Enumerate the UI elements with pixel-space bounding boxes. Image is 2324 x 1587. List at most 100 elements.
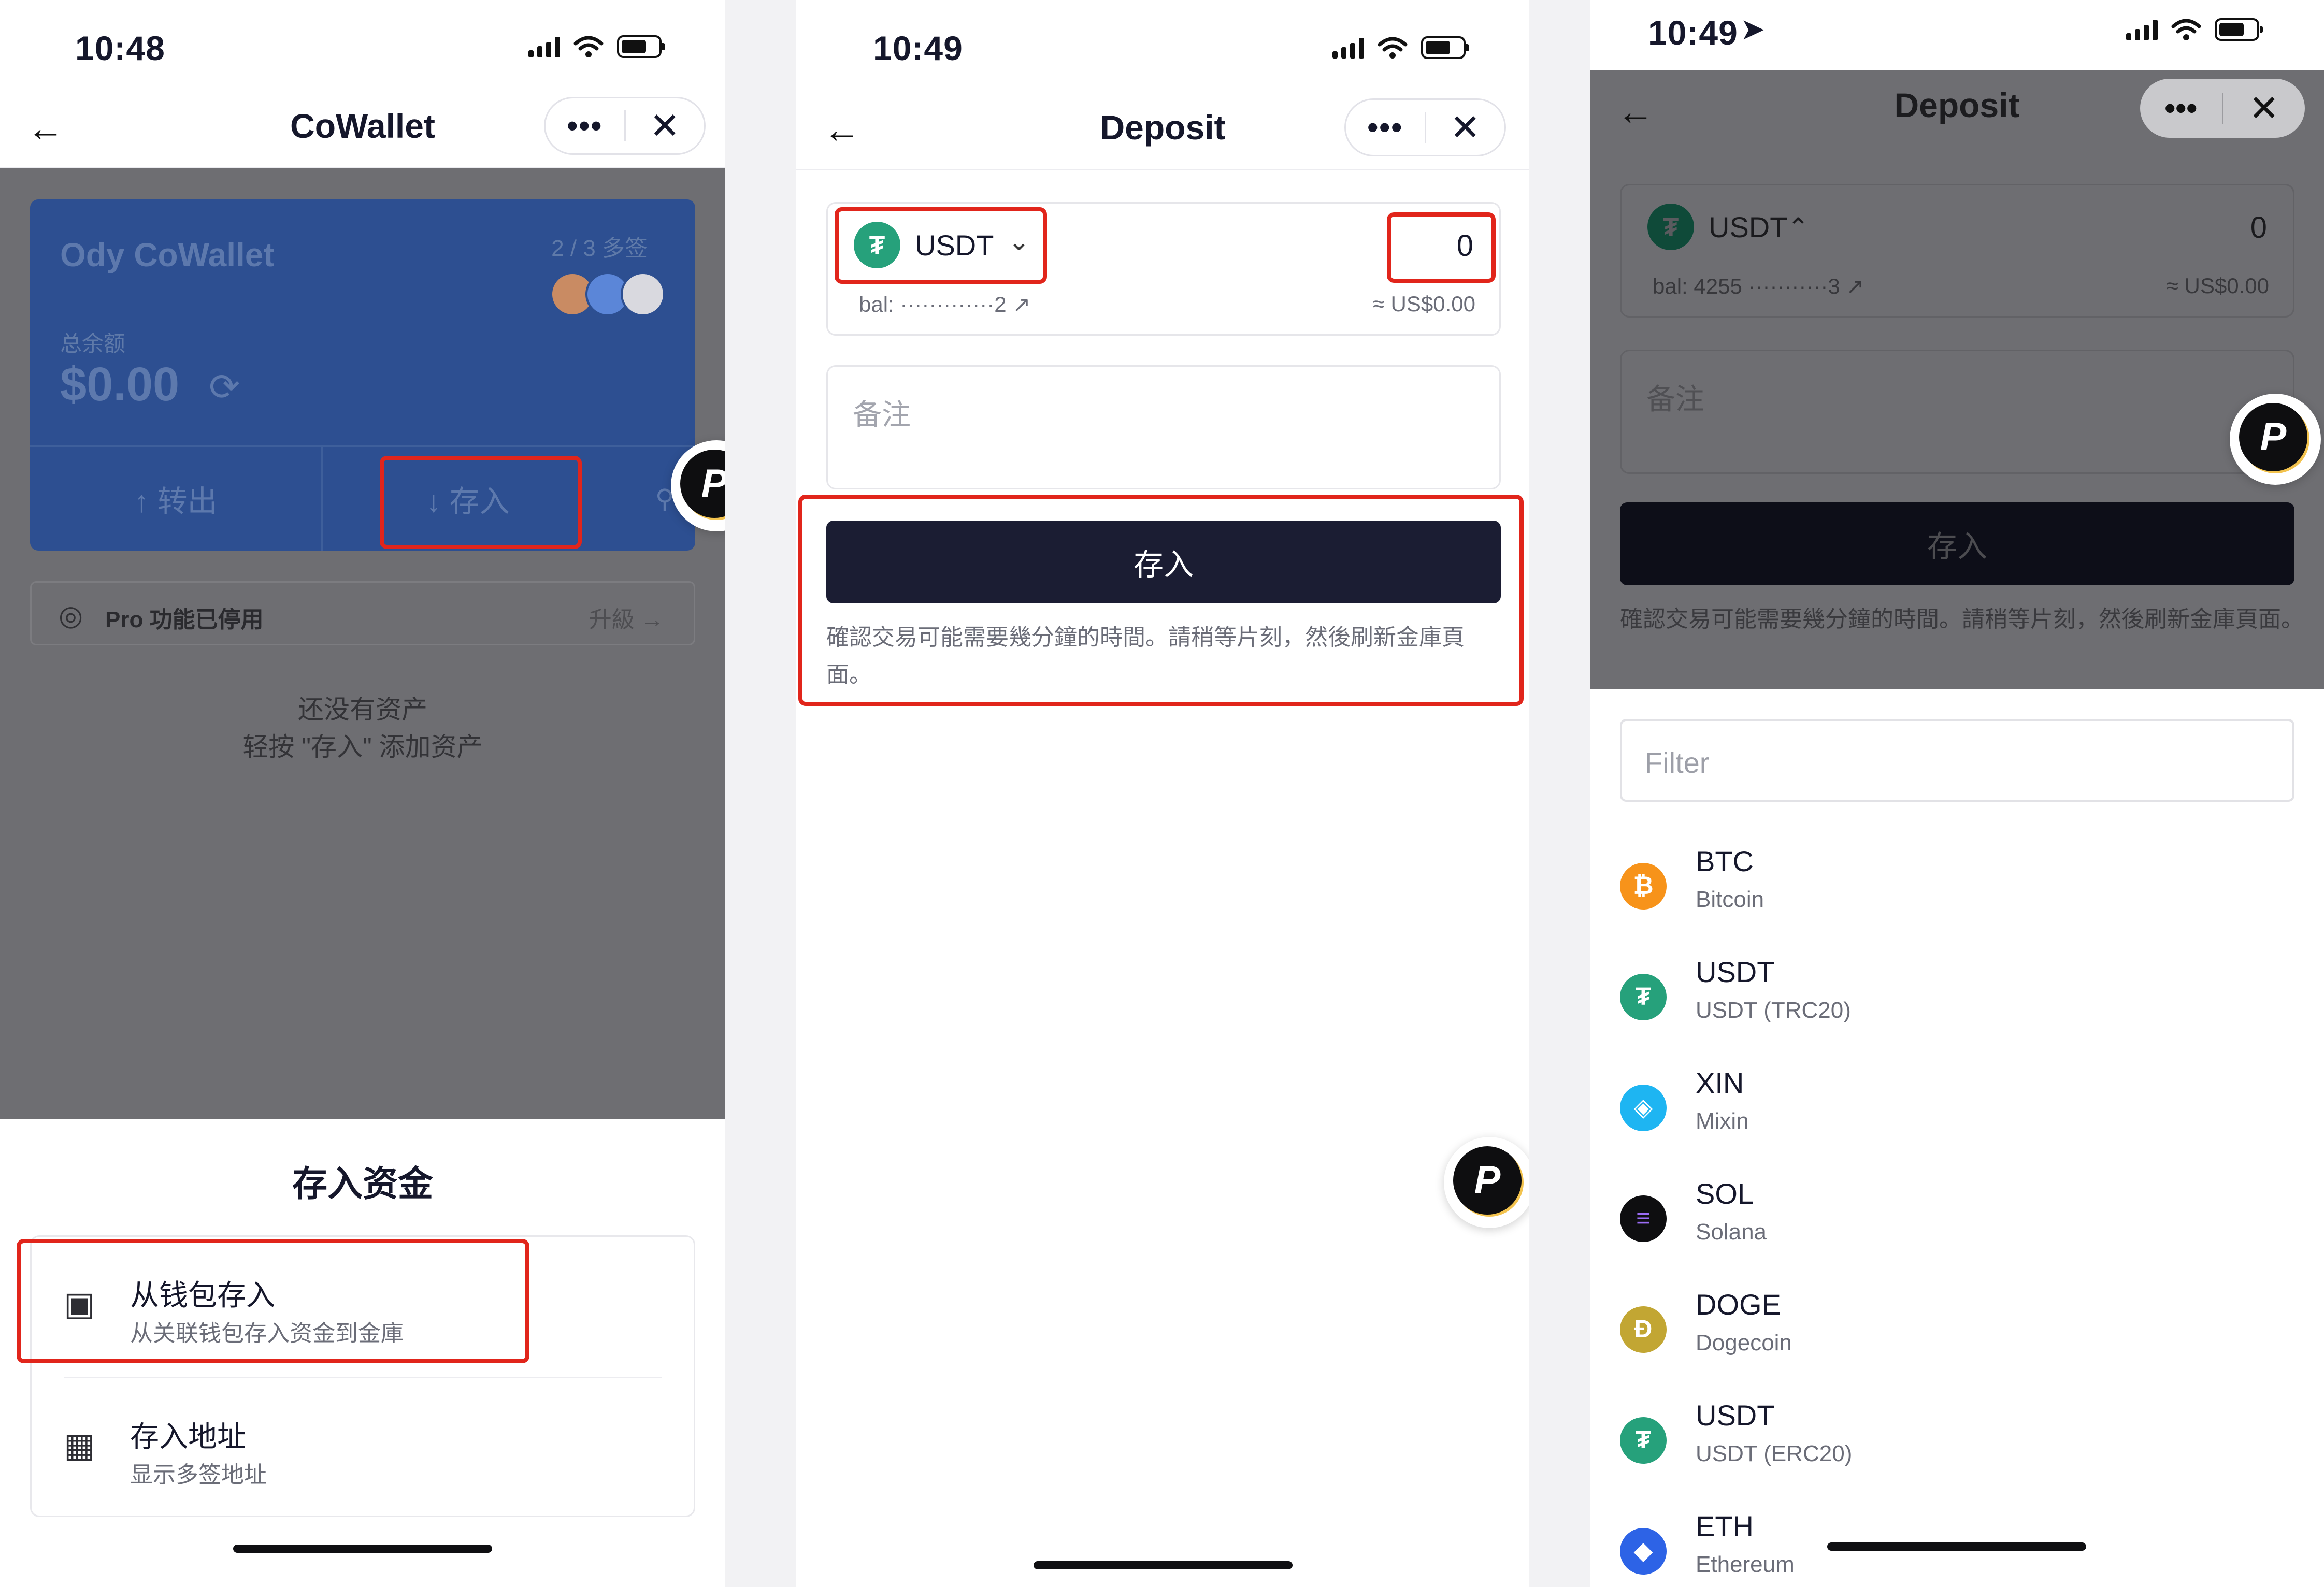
tether-icon: ₮ [1620,974,1667,1020]
avatar [621,272,665,316]
sheet-title: 存入资金 [292,1164,433,1204]
signal-icon [528,36,560,57]
coin-item-btc[interactable]: ₿ BTC Bitcoin [1590,829,2324,940]
coin-name: Dogecoin [1696,1330,1792,1355]
mini-program-capsule: ••• ✕ [1344,98,1506,156]
coin-symbol: BTC [1696,845,1754,877]
deposit-options-sheet: 存入资金 ▣ 从钱包存入 从关联钱包存入资金到金庫 ▦ 存入地址 显示多签地址 [0,1119,725,1587]
pro-status-row[interactable]: ◎ Pro 功能已停用 升級 → [30,581,695,645]
shield-check-icon: ◎ [59,600,83,631]
coin-name: USDT (ERC20) [1696,1441,1853,1466]
asset-selector[interactable]: USDT [1709,210,1787,244]
tether-icon: ₮ [1647,204,1694,250]
close-icon[interactable]: ✕ [1426,109,1505,146]
annotation-highlight [1387,212,1496,283]
balance-text[interactable]: bal: 4255 ···········3 ↗ [1653,273,1864,299]
wallet-name: Ody CoWallet [60,236,275,273]
wallet-card: Ody CoWallet 2 / 3 多签 总余额 $0.00 ⟳ ↑ 转出 ↓… [30,199,695,551]
wifi-icon [2171,19,2201,40]
coin-item-usdt-erc20[interactable]: ₮ USDT USDT (ERC20) [1590,1383,2324,1494]
signal-icon [2126,19,2158,40]
deposit-submit-button[interactable]: 存入 [1620,502,2294,585]
chevron-up-icon[interactable]: ⌃ [1787,212,1809,242]
status-time: 10:49 [873,29,963,67]
coin-symbol: USDT [1696,1399,1775,1432]
coin-name: Bitcoin [1696,887,1764,912]
wifi-icon [573,36,604,57]
floating-p-button[interactable]: P [1444,1137,1529,1228]
more-icon[interactable]: ••• [2140,93,2222,124]
asset-picker-sheet: Filter ₿ BTC Bitcoin ₮ USDT USDT (TRC20)… [1590,689,2324,1587]
status-time: 10:49 [1648,13,1738,52]
usd-value: ≈ US$0.00 [2166,273,2269,298]
empty-state-hint: 轻按 "存入" 添加资产 [242,732,483,761]
more-icon[interactable]: ••• [546,110,624,141]
usd-value: ≈ US$0.00 [1372,292,1475,316]
screen-deposit: 10:49 ← Deposit ••• ✕ ₮ USDT ⌄ 0 bal: ··… [796,0,1529,1587]
memo-field[interactable]: 备注 [826,365,1501,489]
more-icon[interactable]: ••• [1346,112,1425,143]
multisig-badge: 2 / 3 多签 [551,236,648,261]
confirmation-note: 確認交易可能需要幾分鐘的時間。請稍等片刻，然後刷新金庫頁面。 [1620,607,2304,632]
battery-icon [1421,36,1469,59]
signal-icon [1332,37,1364,59]
withdraw-button[interactable]: ↑ 转出 [30,447,321,551]
status-icons [528,35,665,58]
home-indicator [1827,1542,2086,1551]
coin-name: Ethereum [1696,1552,1795,1577]
annotation-highlight [17,1239,529,1363]
status-icons [1332,36,1469,59]
upgrade-link[interactable]: 升級 → [589,601,664,634]
screen-deposit-asset-picker: 10:49 ➤ ← Deposit ••• ✕ ₮ USDT ⌃ 0 bal: … [1590,0,2324,1587]
asset-amount-card: ₮ USDT ⌃ 0 bal: 4255 ···········3 ↗ ≈ US… [1620,184,2294,318]
balance-text[interactable]: bal: ·············2 ↗ [859,292,1030,317]
coin-name: USDT (TRC20) [1696,998,1851,1023]
coin-item-eth[interactable]: ◆ ETH Ethereum [1590,1494,2324,1587]
coin-symbol: SOL [1696,1177,1754,1210]
coin-item-sol[interactable]: ≡ SOL Solana [1590,1161,2324,1272]
coin-item-doge[interactable]: Ð DOGE Dogecoin [1590,1272,2324,1383]
filter-placeholder: Filter [1645,746,1710,779]
mini-program-capsule: ••• ✕ [544,97,706,155]
coin-symbol: USDT [1696,956,1775,988]
refresh-icon[interactable]: ⟳ [209,365,240,409]
pro-status-label: Pro 功能已停用 [105,607,264,632]
option-subtitle: 显示多签地址 [130,1462,267,1488]
memo-field[interactable]: 备注 [1620,350,2294,474]
battery-icon [617,35,665,58]
coin-item-xin[interactable]: ◈ XIN Mixin [1590,1050,2324,1161]
annotation-highlight [835,207,1047,284]
option-deposit-address[interactable]: ▦ 存入地址 显示多签地址 [32,1378,694,1518]
wifi-icon [1378,37,1408,59]
ethereum-icon: ◆ [1620,1528,1667,1575]
option-title: 存入地址 [130,1420,246,1453]
balance-label: 总余额 [60,331,126,356]
filter-input[interactable]: Filter [1620,719,2294,802]
status-icons [2126,18,2263,41]
home-indicator [1034,1561,1293,1569]
coin-symbol: ETH [1696,1510,1754,1542]
tether-icon: ₮ [1620,1417,1667,1464]
home-indicator [233,1545,492,1553]
screen-cowallet: 10:48 ← CoWallet ••• ✕ Ody CoWallet 2 / … [0,0,725,1587]
memo-placeholder: 备注 [1646,383,1704,415]
amount-input[interactable]: 0 [2250,210,2267,245]
coin-item-usdt-trc20[interactable]: ₮ USDT USDT (TRC20) [1590,940,2324,1050]
signer-avatars [550,272,665,316]
solana-icon: ≡ [1620,1195,1667,1242]
mixin-icon: ◈ [1620,1085,1667,1131]
close-icon[interactable]: ✕ [2223,90,2305,126]
qr-code-icon: ▦ [64,1426,95,1464]
annotation-highlight [380,456,582,549]
location-icon: ➤ [1740,12,1766,46]
dogecoin-icon: Ð [1620,1306,1667,1353]
close-icon[interactable]: ✕ [626,108,705,144]
floating-p-button[interactable]: P [2230,394,2321,485]
status-time: 10:48 [75,29,165,67]
annotation-highlight [798,495,1524,706]
coin-name: Mixin [1696,1108,1749,1134]
empty-state-title: 还没有资产 [298,695,427,724]
mini-program-capsule: ••• ✕ [2140,79,2305,138]
coin-name: Solana [1696,1219,1767,1245]
coin-symbol: DOGE [1696,1288,1781,1321]
